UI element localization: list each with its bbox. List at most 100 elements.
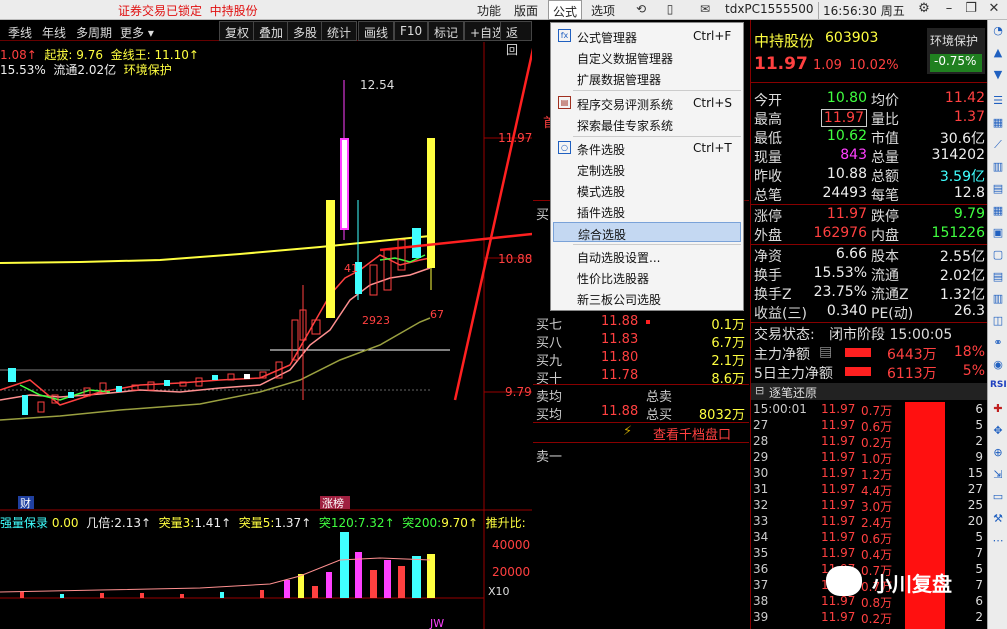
stats-button[interactable]: 统计 xyxy=(321,21,358,41)
quote-row: 外盘 162976 内盘 151226 xyxy=(754,225,985,244)
sector-box[interactable]: 环境保护 -0.75% xyxy=(927,28,985,74)
menu-formula[interactable]: 公式 xyxy=(548,0,583,20)
ticks-header[interactable]: ⊟ 逐笔还原 xyxy=(751,383,987,400)
panel-icon[interactable]: ▣ xyxy=(990,226,1006,242)
multi-stock-button[interactable]: 多股 xyxy=(287,21,324,41)
indicator-icon[interactable]: ◫ xyxy=(990,314,1006,330)
zoom-icon[interactable]: ⊕ xyxy=(990,446,1006,462)
trade-status: 交易状态: 闭市阶段 15:00:05 xyxy=(754,327,953,343)
bar-icon[interactable]: ▤ xyxy=(990,182,1006,198)
rsi-icon[interactable]: RSI xyxy=(990,380,1007,396)
tick-row: 28 11.97 0.2万 2 xyxy=(753,434,983,450)
window-icon[interactable]: ▢ xyxy=(990,248,1006,264)
clock: 16:56:30 周五 xyxy=(818,2,905,19)
kline-chart[interactable]: 11.97 10.88 9.79 12.54 41 2923 67 财 涨榜 4… xyxy=(0,42,532,629)
info-icon[interactable]: ◉ xyxy=(990,358,1006,374)
menu-item-condition-select[interactable]: ○ 条件选股 Ctrl+T xyxy=(553,138,741,158)
price-axis-mid: 10.88 xyxy=(498,252,532,266)
up-icon[interactable]: ▲ xyxy=(990,46,1006,62)
menu-item-pattern-select[interactable]: 模式选股 xyxy=(553,180,741,200)
menu-options[interactable]: 选项 xyxy=(591,2,615,19)
quote-row: 今开 10.80 均价 11.42 xyxy=(754,90,985,109)
menu-item-custom-select[interactable]: 定制选股 xyxy=(553,159,741,179)
quote-row: 收益(三) 0.340 PE(动) 26.3 xyxy=(754,303,985,322)
menu-item-plugin-select[interactable]: 插件选股 xyxy=(553,201,741,221)
period-quarter[interactable]: 季线 xyxy=(8,24,32,41)
stock-name: 中持股份 xyxy=(754,32,815,50)
watermark: 小川复盘 xyxy=(826,562,986,602)
menu-item-program-trading[interactable]: ▤ 程序交易评测系统 Ctrl+S xyxy=(553,93,741,113)
quote-row: 涨停 11.97 跌停 9.79 xyxy=(754,206,985,225)
down-icon[interactable]: ▼ xyxy=(990,68,1006,84)
kline-icon[interactable]: ⟋ xyxy=(990,138,1006,154)
period-multi[interactable]: 多周期 xyxy=(76,24,112,41)
menu-item-formula-manager[interactable]: fx 公式管理器 Ctrl+F xyxy=(553,26,741,46)
tick-row: 27 11.97 0.6万 5 xyxy=(753,418,983,434)
tick-row: 15:00:01 11.97 0.7万 6 xyxy=(753,402,983,418)
sell-avg-row: 卖均 总卖 xyxy=(536,390,673,405)
tick-row: 31 11.97 4.4万 27 xyxy=(753,482,983,498)
candles xyxy=(8,80,435,415)
more-icon[interactable]: ⋯ xyxy=(990,534,1006,550)
phone-icon[interactable]: ▯ xyxy=(662,2,678,18)
quote-panel: 中持股份 603903 环境保护 -0.75% 11.97 1.09 10.02… xyxy=(750,20,987,629)
draw-button[interactable]: 画线 xyxy=(358,21,395,41)
user-icon[interactable]: ◔ xyxy=(990,24,1006,40)
restore-icon[interactable]: ❐ xyxy=(962,1,980,16)
table-icon[interactable]: ▦ xyxy=(990,116,1006,132)
period-year[interactable]: 年线 xyxy=(42,24,66,41)
menu-item-comprehensive-select[interactable]: 综合选股 xyxy=(553,222,741,242)
move-icon[interactable]: ✥ xyxy=(990,424,1006,440)
menu-item-extended-data[interactable]: 扩展数据管理器 xyxy=(553,68,741,88)
quote-row: 现量 843 总量 314202 xyxy=(754,147,985,166)
depth-button[interactable]: ⚡ 查看千档盘口 xyxy=(533,424,749,443)
tools-icon[interactable]: ⚒ xyxy=(990,512,1006,528)
plus-icon[interactable]: ✚ xyxy=(990,402,1006,418)
layout-icon[interactable]: ▤ xyxy=(990,270,1006,286)
quote-row: 换手 15.53% 流通 2.02亿 xyxy=(754,265,985,284)
mark-button[interactable]: 标记 xyxy=(428,21,465,41)
quote-row: 最低 10.62 市值 30.6亿 xyxy=(754,128,985,147)
restore-rights-button[interactable]: 复权 xyxy=(219,21,256,41)
overlay-button[interactable]: 叠加 xyxy=(253,21,290,41)
peak-label: 12.54 xyxy=(360,78,394,92)
quote-row: 最高 11.97 量比 1.37 xyxy=(754,109,985,128)
menu-function[interactable]: 功能 xyxy=(477,2,501,19)
window2-icon[interactable]: ▭ xyxy=(990,490,1006,506)
compare-icon[interactable]: ⚭ xyxy=(990,336,1006,352)
pan-icon[interactable]: ⇲ xyxy=(990,468,1006,484)
tag-cai: 财 xyxy=(20,496,31,510)
menu-item-custom-data[interactable]: 自定义数据管理器 xyxy=(553,47,741,67)
bid-row: 买七 11.88 0.1万 xyxy=(536,314,745,333)
vol-axis-top: 40000 xyxy=(492,538,530,552)
quote-row: 换手Z 23.75% 流通Z 1.32亿 xyxy=(754,284,985,303)
marker-67: 67 xyxy=(430,308,444,321)
mail-icon[interactable]: ✉ xyxy=(697,2,713,18)
split-icon[interactable]: ▥ xyxy=(990,292,1006,308)
back-button[interactable]: 返回 xyxy=(500,21,532,57)
menu-item-neeq-select[interactable]: 新三板公司选股 xyxy=(553,288,741,308)
price-change: 1.09 xyxy=(813,58,842,73)
menu-item-auto-select-settings[interactable]: 自动选股设置... xyxy=(553,246,741,266)
refresh-icon[interactable]: ⟲ xyxy=(633,2,649,18)
period-more[interactable]: 更多 ▾ xyxy=(120,24,154,41)
sell-one-row: 卖一 xyxy=(536,450,563,465)
close-icon[interactable]: ✕ xyxy=(985,1,1003,16)
grid-icon[interactable]: ▦ xyxy=(990,204,1006,220)
settings-icon[interactable]: ⚙ xyxy=(915,1,933,16)
menu-item-expert-system[interactable]: 探索最佳专家系统 xyxy=(553,114,741,134)
title-bar: 证券交易已锁定 中持股份 功能 版面 公式 选项 ⟲ ▯ ✉ tdxPC1555… xyxy=(0,0,1007,20)
lock-status: 证券交易已锁定 中持股份 xyxy=(118,4,258,18)
menu-layout[interactable]: 版面 xyxy=(514,2,538,19)
minimize-icon[interactable]: – xyxy=(940,1,958,16)
chart-icon[interactable]: ▥ xyxy=(990,160,1006,176)
list-icon[interactable]: ☰ xyxy=(990,94,1006,110)
tick-row: 29 11.97 1.0万 9 xyxy=(753,450,983,466)
quote-row: 昨收 10.88 总额 3.59亿 xyxy=(754,166,985,185)
tick-row: 33 11.97 2.4万 20 xyxy=(753,514,983,530)
f10-button[interactable]: F10 xyxy=(394,21,429,41)
menu-item-value-selector[interactable]: 性价比选股器 xyxy=(553,267,741,287)
vol-unit: X10 xyxy=(488,585,510,598)
buy-avg-row: 买均 11.88 总买 8032万 xyxy=(536,404,745,423)
circle-icon: ○ xyxy=(558,141,571,154)
